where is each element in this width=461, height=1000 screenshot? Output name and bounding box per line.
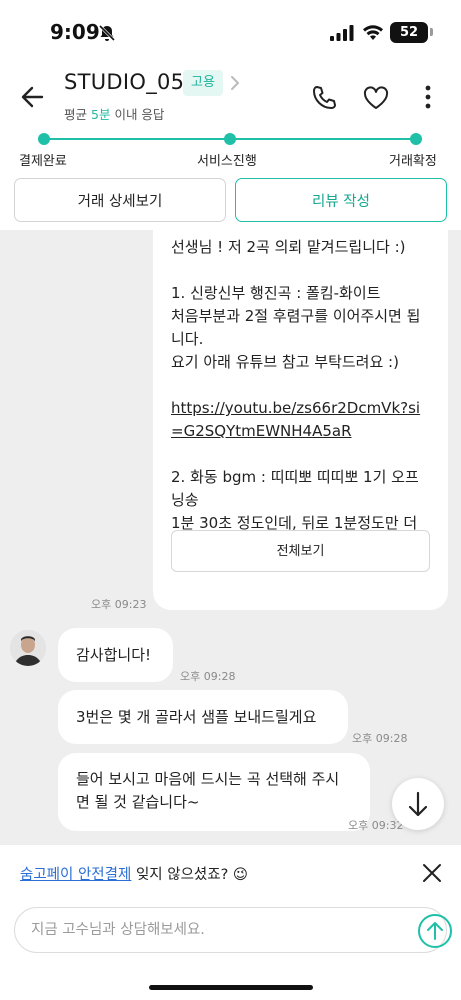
- phone-icon[interactable]: [310, 84, 338, 112]
- scroll-down-button[interactable]: [392, 778, 444, 830]
- response-suffix: 이내 응답: [114, 107, 165, 122]
- home-indicator: [149, 985, 313, 990]
- response-prefix: 평균: [64, 107, 88, 122]
- chat-area[interactable]: 선생님 ! 저 2곡 의뢰 맡겨드립니다 :) 1. 신랑신부 행진곡 : 폴킴…: [0, 230, 461, 845]
- battery-tip: [430, 28, 433, 36]
- deal-progress: 결제완료 서비스진행 거래확정: [0, 132, 461, 174]
- bell-off-icon: [98, 24, 116, 42]
- status-time: 9:09: [50, 20, 100, 44]
- close-icon[interactable]: [420, 861, 444, 885]
- message-time: 오후 09:28: [352, 732, 408, 745]
- signal-icon: [330, 25, 354, 41]
- write-review-button[interactable]: 리뷰 작성: [235, 178, 447, 222]
- progress-dot-confirmed: [410, 133, 422, 145]
- safe-pay-link[interactable]: 숨고페이 안전결제: [20, 867, 131, 883]
- message-bubble: 감사합니다!: [58, 628, 173, 682]
- arrow-down-icon: [408, 791, 428, 817]
- send-button[interactable]: [418, 914, 452, 948]
- message-bubble-request: 선생님 ! 저 2곡 의뢰 맡겨드립니다 :) 1. 신랑신부 행진곡 : 폴킴…: [153, 230, 448, 610]
- back-arrow-icon[interactable]: [18, 82, 48, 112]
- message-bubble: 들어 보시고 마음에 드시는 곡 선택해 주시면 될 것 같습니다~: [58, 753, 370, 831]
- notice-text: 숨고페이 안전결제 잊지 않으셨죠? 😉: [20, 863, 248, 884]
- battery-level: 52: [390, 22, 428, 43]
- expert-name[interactable]: STUDIO_05: [64, 70, 184, 94]
- message-composer: [0, 899, 461, 1000]
- avatar[interactable]: [10, 630, 46, 666]
- message-time: 오후 09:28: [180, 670, 236, 683]
- message-input-box: [14, 907, 452, 953]
- hire-badge: 고용: [183, 70, 223, 96]
- progress-dot-in-service: [224, 133, 236, 145]
- response-minutes: 5분: [91, 107, 111, 122]
- avatar-image: [10, 630, 46, 666]
- response-time: 평균 5분 이내 응답: [64, 104, 164, 123]
- message-input[interactable]: [31, 908, 401, 952]
- message-time: 오후 09:23: [91, 598, 147, 611]
- more-vertical-icon[interactable]: [418, 82, 438, 112]
- wifi-icon: [363, 25, 383, 40]
- deal-detail-button[interactable]: 거래 상세보기: [14, 178, 226, 222]
- chevron-right-icon[interactable]: [228, 74, 242, 92]
- heart-icon[interactable]: [362, 84, 390, 112]
- status-bar: 9:09 52: [0, 0, 461, 62]
- arrow-up-icon: [427, 922, 443, 940]
- progress-dot-paid: [38, 133, 50, 145]
- step-label-in-service: 서비스진행: [197, 154, 257, 169]
- safe-pay-notice: 숨고페이 안전결제 잊지 않으셨죠? 😉: [0, 845, 461, 899]
- message-text: 선생님 ! 저 2곡 의뢰 맡겨드립니다 :): [171, 238, 406, 256]
- message-bubble: 3번은 몇 개 골라서 샘플 보내드릴게요: [58, 690, 348, 744]
- chat-header: STUDIO_05 고용 평균 5분 이내 응답: [0, 62, 461, 132]
- message-text: 1. 신랑신부 행진곡 : 폴킴-화이트 처음부분과 2절 후렴구를 이어주시면…: [171, 284, 421, 371]
- youtube-link[interactable]: https://youtu.be/zs66r2DcmVk?si=G2SQYtmE…: [171, 399, 420, 440]
- step-label-confirmed: 거래확정: [389, 154, 437, 169]
- notice-message: 잊지 않으셨죠? 😉: [135, 867, 249, 883]
- action-buttons: 거래 상세보기 리뷰 작성: [0, 174, 461, 230]
- view-all-button[interactable]: 전체보기: [171, 530, 430, 572]
- step-label-paid: 결제완료: [19, 154, 67, 169]
